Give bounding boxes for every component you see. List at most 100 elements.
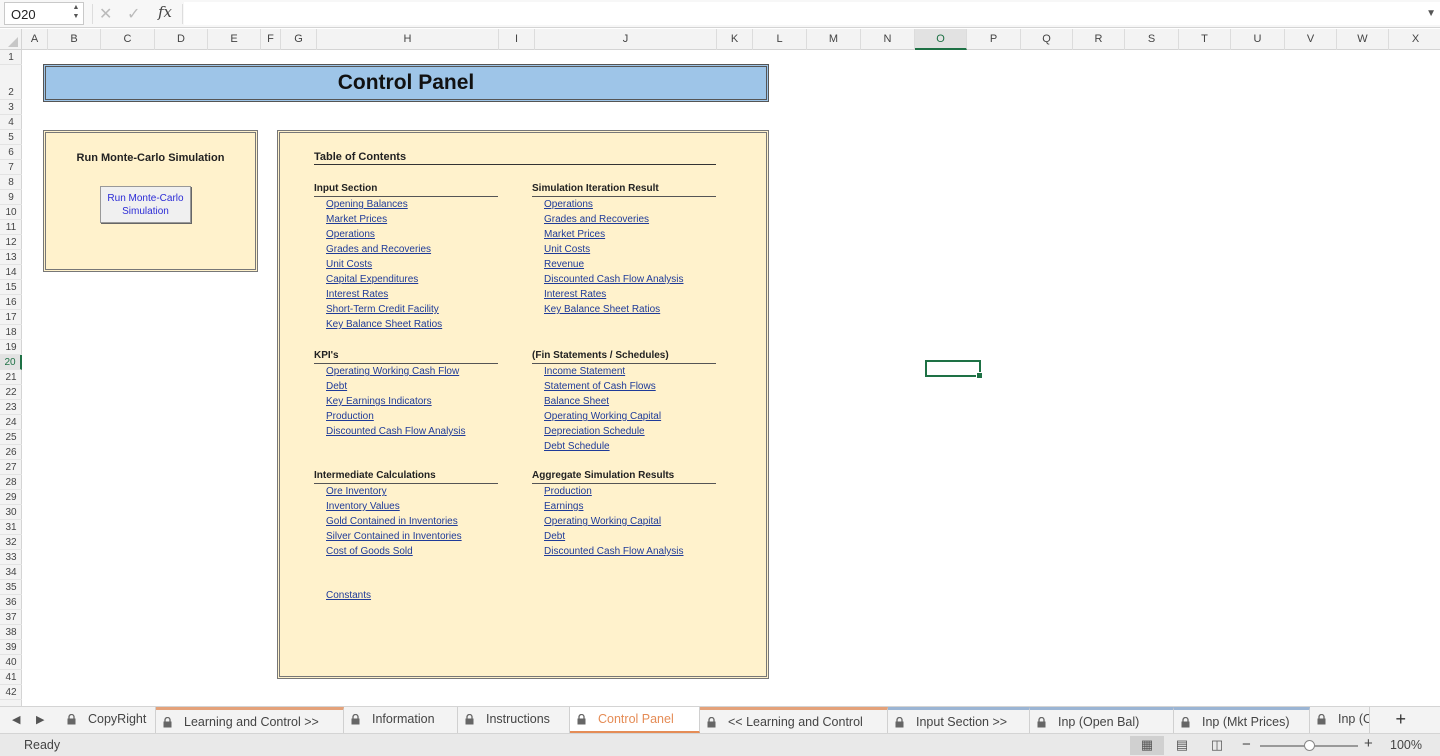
row-header-32[interactable]: 32: [0, 535, 22, 550]
row-header-42[interactable]: 42: [0, 685, 22, 700]
toc-link[interactable]: Unit Costs: [532, 242, 716, 257]
row-header-12[interactable]: 12: [0, 235, 22, 250]
row-header-6[interactable]: 6: [0, 145, 22, 160]
toc-link[interactable]: Operating Working Capital: [532, 409, 716, 424]
row-header-36[interactable]: 36: [0, 595, 22, 610]
row-header-18[interactable]: 18: [0, 325, 22, 340]
row-header-41[interactable]: 41: [0, 670, 22, 685]
row-header-38[interactable]: 38: [0, 625, 22, 640]
name-box-stepper-icon[interactable]: ▲ ▼: [71, 3, 81, 21]
row-header-8[interactable]: 8: [0, 175, 22, 190]
toc-link[interactable]: Operations: [532, 197, 716, 212]
toc-link[interactable]: Production: [532, 484, 716, 499]
row-header-23[interactable]: 23: [0, 400, 22, 415]
row-header-34[interactable]: 34: [0, 565, 22, 580]
zoom-out-icon[interactable]: −: [1242, 736, 1251, 753]
row-header-24[interactable]: 24: [0, 415, 22, 430]
scroll-tabs-left-icon[interactable]: ◀: [12, 713, 20, 726]
sheet-tab[interactable]: Control Panel: [570, 707, 700, 733]
toc-link[interactable]: Debt: [314, 379, 498, 394]
toc-link[interactable]: Revenue: [532, 257, 716, 272]
row-header-11[interactable]: 11: [0, 220, 22, 235]
row-header-27[interactable]: 27: [0, 460, 22, 475]
row-header-40[interactable]: 40: [0, 655, 22, 670]
column-header-j[interactable]: J: [535, 29, 717, 50]
sheet-tab[interactable]: << Learning and Control: [700, 707, 888, 733]
row-header-16[interactable]: 16: [0, 295, 22, 310]
toc-link[interactable]: Unit Costs: [314, 257, 498, 272]
column-header-n[interactable]: N: [861, 29, 915, 50]
formula-input[interactable]: [184, 2, 1440, 25]
row-header-33[interactable]: 33: [0, 550, 22, 565]
row-header-3[interactable]: 3: [0, 100, 22, 115]
column-header-u[interactable]: U: [1231, 29, 1285, 50]
active-cell-selection[interactable]: [925, 360, 983, 379]
row-header-9[interactable]: 9: [0, 190, 22, 205]
column-header-b[interactable]: B: [48, 29, 101, 50]
row-header-7[interactable]: 7: [0, 160, 22, 175]
toc-link[interactable]: Silver Contained in Inventories: [314, 529, 498, 544]
column-header-o[interactable]: O: [915, 29, 967, 50]
row-header-5[interactable]: 5: [0, 130, 22, 145]
normal-view-icon[interactable]: ▦: [1130, 736, 1164, 755]
column-header-c[interactable]: C: [101, 29, 155, 50]
toc-link[interactable]: Key Earnings Indicators: [314, 394, 498, 409]
constants-link[interactable]: Constants: [314, 588, 498, 603]
sheet-tab[interactable]: Instructions: [458, 707, 570, 733]
toc-link[interactable]: Debt: [532, 529, 716, 544]
row-header-20[interactable]: 20: [0, 355, 22, 370]
row-header-19[interactable]: 19: [0, 340, 22, 355]
toc-link[interactable]: Capital Expenditures: [314, 272, 498, 287]
name-box[interactable]: O20 ▲ ▼: [4, 2, 84, 25]
row-header-14[interactable]: 14: [0, 265, 22, 280]
sheet-tab[interactable]: Inp (Mkt Prices): [1174, 707, 1310, 733]
toc-link[interactable]: Grades and Recoveries: [314, 242, 498, 257]
zoom-slider-knob[interactable]: [1304, 740, 1315, 751]
column-header-q[interactable]: Q: [1021, 29, 1073, 50]
confirm-icon[interactable]: ✓: [127, 4, 140, 24]
toc-link[interactable]: Discounted Cash Flow Analysis: [532, 544, 716, 559]
row-header-35[interactable]: 35: [0, 580, 22, 595]
row-header-28[interactable]: 28: [0, 475, 22, 490]
row-header-26[interactable]: 26: [0, 445, 22, 460]
column-header-f[interactable]: F: [261, 29, 281, 50]
column-header-l[interactable]: L: [753, 29, 807, 50]
toc-link[interactable]: Depreciation Schedule: [532, 424, 716, 439]
row-header-22[interactable]: 22: [0, 385, 22, 400]
toc-link[interactable]: Market Prices: [314, 212, 498, 227]
column-header-d[interactable]: D: [155, 29, 208, 50]
toc-link[interactable]: Operating Working Cash Flow: [314, 364, 498, 379]
toc-link[interactable]: Interest Rates: [314, 287, 498, 302]
column-header-t[interactable]: T: [1179, 29, 1231, 50]
row-header-21[interactable]: 21: [0, 370, 22, 385]
toc-link[interactable]: Market Prices: [532, 227, 716, 242]
row-header-37[interactable]: 37: [0, 610, 22, 625]
row-header-30[interactable]: 30: [0, 505, 22, 520]
page-layout-view-icon[interactable]: ▤: [1165, 736, 1199, 755]
toc-link[interactable]: Statement of Cash Flows: [532, 379, 716, 394]
column-header-k[interactable]: K: [717, 29, 753, 50]
sheet-tab[interactable]: Input Section >>: [888, 707, 1030, 733]
row-header-1[interactable]: 1: [0, 50, 22, 65]
row-header-13[interactable]: 13: [0, 250, 22, 265]
toc-link[interactable]: Key Balance Sheet Ratios: [314, 317, 498, 332]
toc-link[interactable]: Discounted Cash Flow Analysis: [314, 424, 498, 439]
toc-link[interactable]: Income Statement: [532, 364, 716, 379]
sheet-tab[interactable]: Information: [344, 707, 458, 733]
row-header-17[interactable]: 17: [0, 310, 22, 325]
toc-link[interactable]: Cost of Goods Sold: [314, 544, 498, 559]
column-header-v[interactable]: V: [1285, 29, 1337, 50]
toc-link[interactable]: Opening Balances: [314, 197, 498, 212]
expand-formula-bar-icon[interactable]: ▼: [1426, 8, 1436, 19]
toc-link[interactable]: Inventory Values: [314, 499, 498, 514]
toc-link[interactable]: Key Balance Sheet Ratios: [532, 302, 716, 317]
sheet-tab[interactable]: Inp (O: [1310, 707, 1370, 733]
column-header-m[interactable]: M: [807, 29, 861, 50]
column-header-r[interactable]: R: [1073, 29, 1125, 50]
scroll-tabs-right-icon[interactable]: ▶: [36, 713, 44, 726]
toc-link[interactable]: Interest Rates: [532, 287, 716, 302]
row-header-10[interactable]: 10: [0, 205, 22, 220]
row-header-25[interactable]: 25: [0, 430, 22, 445]
page-break-view-icon[interactable]: ◫: [1200, 736, 1234, 755]
column-header-a[interactable]: A: [22, 29, 48, 50]
